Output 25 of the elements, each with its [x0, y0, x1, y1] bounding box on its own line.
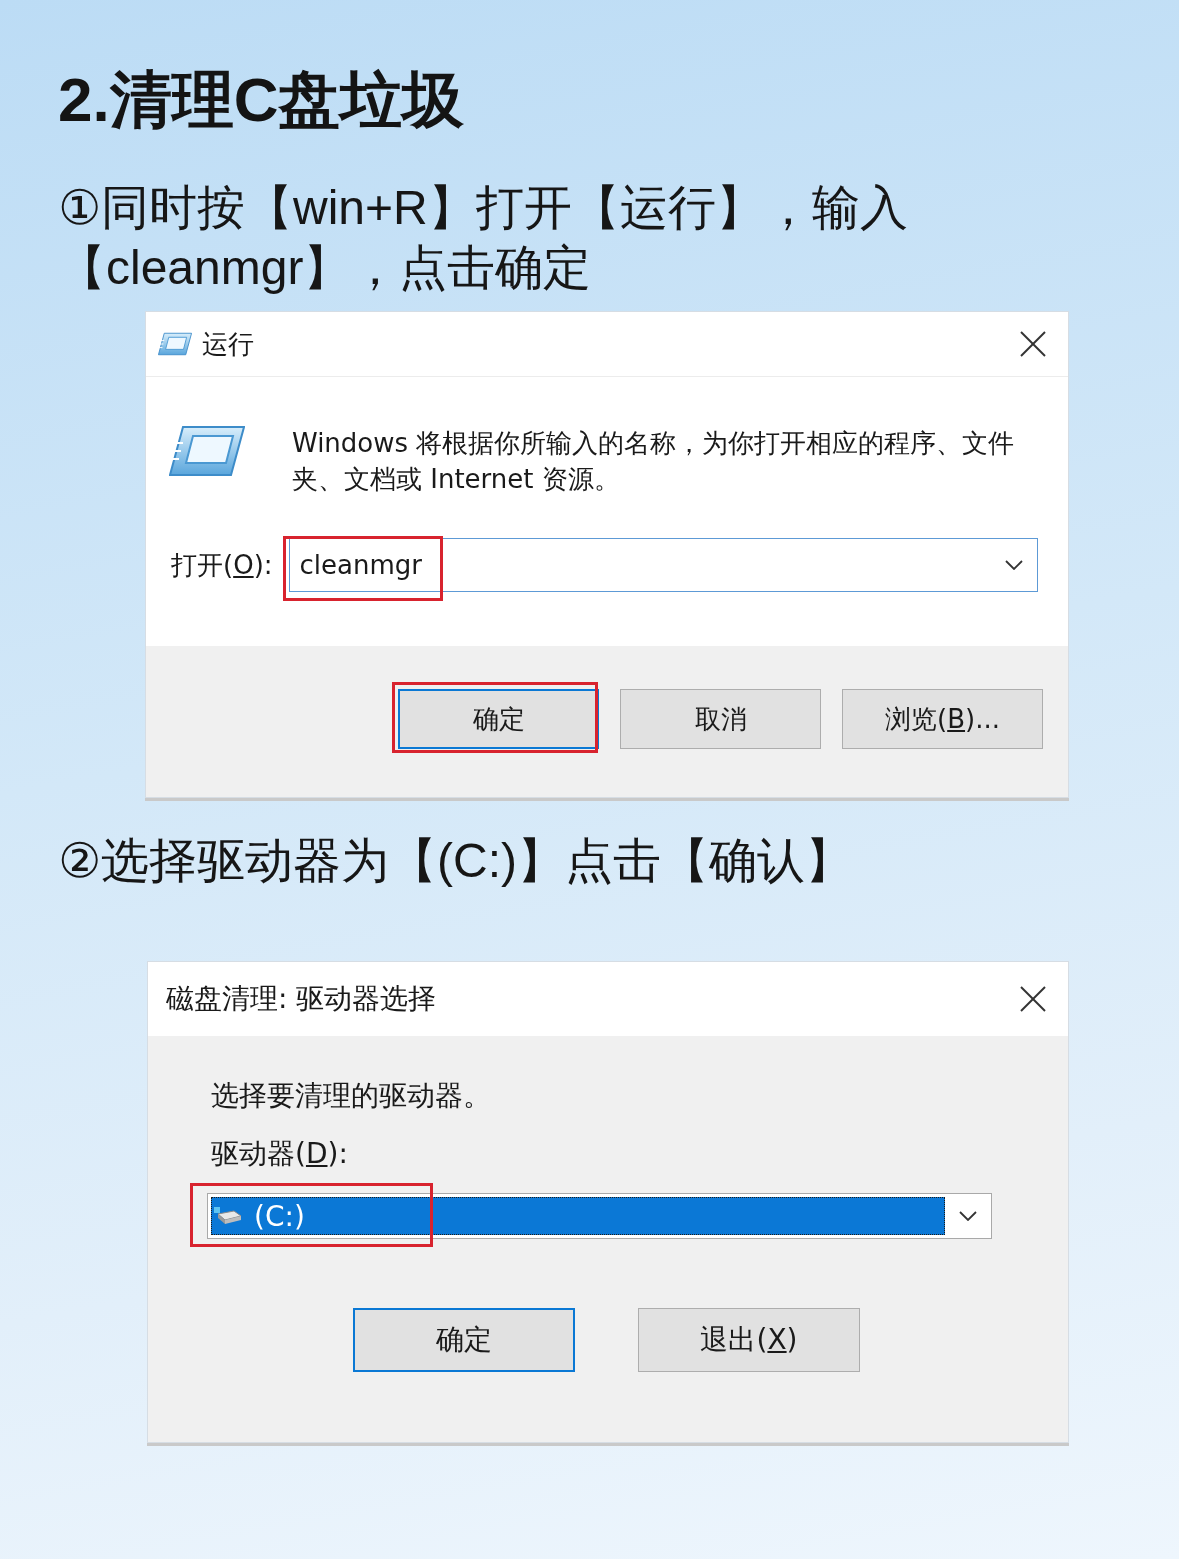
run-icon: [158, 332, 192, 356]
dialog-button[interactable]: 确定: [398, 689, 599, 749]
input-field[interactable]: cleanmgr: [288, 538, 1038, 592]
chevron-down-icon[interactable]: [959, 1211, 977, 1221]
dialog-description: Windows 将根据你所输入的名称，为你打开相应的程序、文件夹、文档或 Internet 资源。: [292, 427, 1016, 496]
input-value: cleanmgr: [299, 550, 423, 580]
run-icon: [169, 425, 245, 477]
drive-dropdown[interactable]: (C:): [207, 1193, 992, 1239]
dialog-button[interactable]: 确定: [353, 1308, 575, 1372]
dialog-title: 运行: [202, 327, 255, 361]
close-icon[interactable]: [1020, 985, 1046, 1012]
dialog-button[interactable]: 退出(X): [638, 1308, 860, 1372]
dialog-button[interactable]: 浏览(B)...: [842, 689, 1043, 749]
close-icon[interactable]: [1020, 331, 1046, 357]
field-label: 打开(O):: [171, 548, 273, 582]
section-heading: 2.清理C盘垃圾: [58, 64, 465, 136]
step-instruction: ①同时按【win+R】打开【运行】，输入【cleanmgr】，点击确定: [58, 180, 909, 296]
dialog-title: 磁盘清理: 驱动器选择: [166, 980, 438, 1017]
drive-icon: [214, 1207, 242, 1225]
drive-label: (C:): [254, 1199, 305, 1233]
field-label: 驱动器(D):: [211, 1136, 348, 1172]
dialog-button[interactable]: 取消: [620, 689, 821, 749]
step-instruction: ②选择驱动器为【(C:)】点击【确认】: [58, 833, 853, 889]
chevron-down-icon[interactable]: [1005, 560, 1023, 570]
dialog-prompt: 选择要清理的驱动器。: [211, 1078, 491, 1114]
